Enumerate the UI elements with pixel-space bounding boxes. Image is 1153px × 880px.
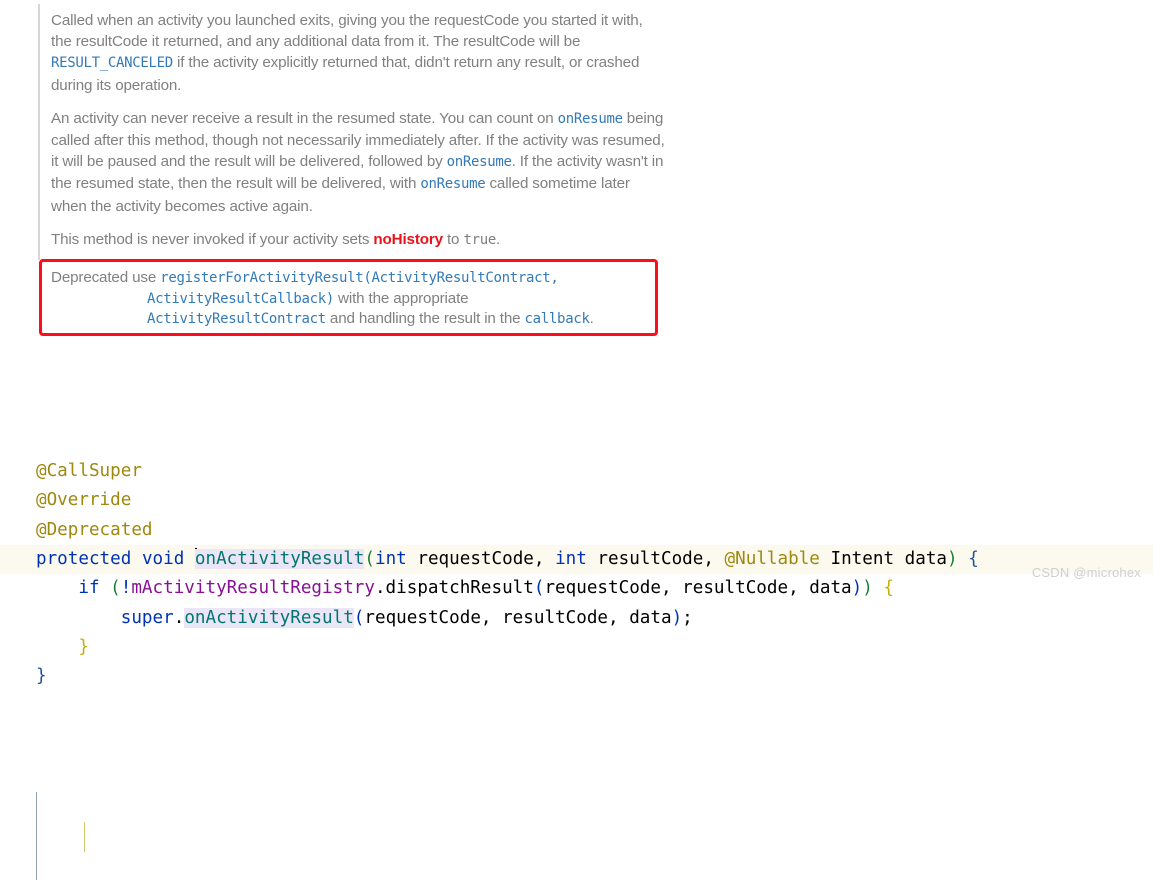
code-token: if: [78, 578, 100, 599]
code-token: requestCode,: [406, 549, 556, 570]
deprecated-text-line3: and handling the result in the: [325, 310, 525, 328]
code-editor[interactable]: @CallSuper @Override @Deprecated protected …: [0, 340, 1153, 880]
code-token: onActivityResult: [194, 549, 365, 570]
code-token: ): [671, 607, 683, 628]
code-token: (: [110, 578, 121, 599]
code-token: .: [173, 607, 185, 628]
doc-text: Called when an activity you launched exi…: [51, 12, 643, 51]
deprecated-text-line2: with the appropriate: [333, 289, 469, 307]
code-token: @Override: [36, 490, 132, 511]
code-line[interactable]: @Deprecated: [0, 516, 1153, 545]
code-token: ): [851, 578, 863, 599]
code-token: protected: [36, 549, 132, 570]
doc-paragraph-list: Called when an activity you launched exi…: [0, 10, 1153, 251]
indent-guide-inner: [84, 822, 85, 852]
doc-paragraph: This method is never invoked if your act…: [0, 229, 666, 251]
code-line[interactable]: @CallSuper: [0, 457, 1153, 486]
deprecated-label: Deprecated use: [51, 269, 157, 286]
deprecated-code-line1: registerForActivityResult(ActivityResult…: [160, 270, 559, 286]
doc-text: This method is never invoked if your act…: [51, 230, 374, 248]
doc-code-link[interactable]: onResume: [420, 176, 485, 192]
code-line[interactable]: protected void onActivityResult(int requ…: [0, 545, 1153, 575]
doc-quote-bar: [38, 4, 40, 260]
code-token: resultCode,: [586, 549, 725, 570]
code-line[interactable]: if (!mActivityResultRegistry.dispatchRes…: [0, 574, 1153, 603]
code-token: (: [353, 607, 365, 628]
code-token: onActivityResult: [184, 607, 354, 628]
deprecated-code-callback: callback: [524, 311, 590, 328]
deprecated-code-line3: ActivityResultContract: [147, 311, 326, 328]
code-line[interactable]: @Override: [0, 486, 1153, 515]
code-token: (: [364, 549, 375, 570]
doc-paragraph: An activity can never receive a result i…: [0, 108, 666, 217]
doc-text: to: [442, 230, 464, 248]
code-token: {: [968, 549, 979, 570]
deprecated-annotation-box: Deprecated use registerForActivityResult…: [39, 259, 658, 336]
doc-paragraph: Called when an activity you launched exi…: [0, 10, 666, 96]
code-token: @CallSuper: [36, 461, 142, 482]
code-token: void: [141, 549, 185, 570]
code-token: int: [374, 549, 407, 570]
watermark: CSDN @microhex: [1031, 565, 1141, 580]
doc-code-link[interactable]: RESULT_CANCELED: [51, 55, 173, 71]
code-token: super: [120, 607, 174, 628]
code-token: }: [36, 666, 47, 687]
code-token: int: [555, 549, 587, 570]
code-token: requestCode, resultCode, data: [364, 607, 672, 628]
code-token: {: [883, 578, 895, 599]
doc-code-link[interactable]: onResume: [558, 111, 623, 127]
code-line[interactable]: super.onActivityResult(requestCode, resu…: [0, 604, 1153, 633]
code-token: .dispatchResult: [374, 578, 534, 599]
code-token: @Nullable: [724, 549, 820, 570]
code-token: requestCode, resultCode, data: [544, 578, 852, 599]
indent-guide-outer: [36, 792, 37, 880]
deprecated-text: Deprecated use registerForActivityResult…: [51, 268, 651, 330]
code-token: }: [78, 636, 89, 657]
doc-keyword: noHistory: [373, 230, 443, 248]
deprecated-text-end: .: [589, 310, 594, 328]
code-token: Intent data: [819, 549, 947, 570]
code-token: ;: [682, 607, 693, 628]
code-token: @Deprecated: [36, 519, 153, 540]
code-token: ): [862, 578, 873, 599]
code-token: ): [947, 549, 958, 570]
code-line[interactable]: }: [0, 633, 1153, 662]
code-line[interactable]: }: [0, 662, 1153, 691]
code-token: mActivityResultRegistry: [131, 578, 375, 599]
doc-text: true: [463, 231, 496, 248]
code-line-list[interactable]: @CallSuper @Override @Deprecated protected …: [0, 457, 1153, 691]
doc-code-link[interactable]: onResume: [447, 154, 512, 170]
deprecated-code-line2: ActivityResultCallback): [147, 290, 334, 307]
code-token: (: [533, 578, 545, 599]
doc-text: .: [495, 230, 501, 248]
javadoc-panel: Called when an activity you launched exi…: [0, 0, 1153, 260]
code-token: !: [120, 578, 132, 599]
doc-text: An activity can never receive a result i…: [51, 109, 558, 127]
